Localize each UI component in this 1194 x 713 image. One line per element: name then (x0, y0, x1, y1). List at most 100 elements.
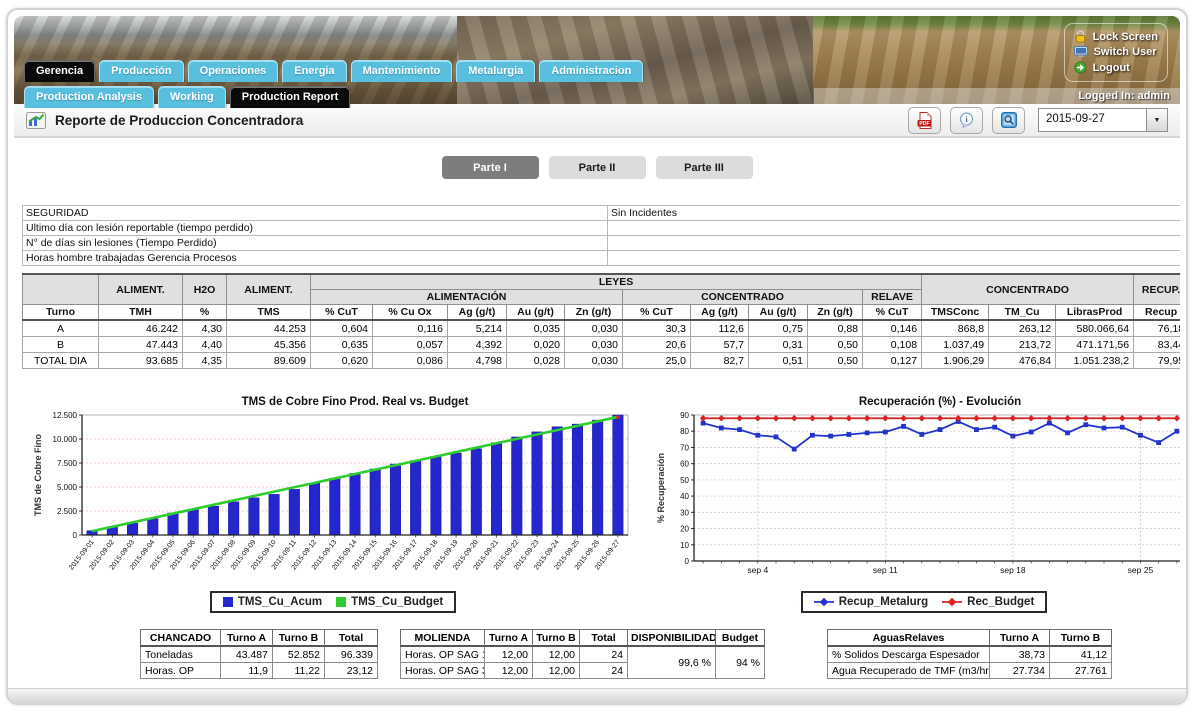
svg-text:7.500: 7.500 (57, 459, 78, 468)
value-cell: 57,7 (691, 337, 749, 353)
svg-text:40: 40 (680, 492, 689, 501)
value-cell: 4,392 (448, 337, 507, 353)
value-cell: 580.066,64 (1056, 320, 1134, 337)
logout-link[interactable]: Logout (1074, 61, 1158, 74)
part-button-parte-ii[interactable]: Parte II (549, 156, 646, 179)
sub-tab-working[interactable]: Working (158, 86, 226, 108)
lock-screen-link[interactable]: Lock Screen (1074, 30, 1158, 43)
seguridad-status: Sin Incidentes (608, 206, 1181, 221)
value-cell: 47.443 (99, 337, 183, 353)
row-label: Horas. OP SAG 3 (401, 663, 485, 679)
main-nav-tabs: GerenciaProducciónOperacionesEnergiaMant… (24, 60, 643, 82)
sub-tab-production-report[interactable]: Production Report (230, 86, 351, 108)
row-label: Horas. OP SAG 1 (401, 646, 485, 663)
legend-marker (814, 597, 834, 607)
recuperacion-chart-legend: Recup_MetalurgRec_Budget (801, 591, 1048, 613)
part-button-parte-iii[interactable]: Parte III (656, 156, 753, 179)
aguas-relaves-table: AguasRelavesTurno ATurno B% Solidos Desc… (827, 629, 1112, 679)
table-row: Horas. OP SAG 112,0012,002499,6 %94 % (401, 646, 765, 663)
value-cell: 0,31 (749, 337, 808, 353)
nav-tab-mantenimiento[interactable]: Mantenimiento (351, 60, 453, 82)
info-button[interactable]: i (950, 107, 983, 134)
svg-text:50: 50 (680, 476, 689, 485)
table-title: AguasRelaves (828, 630, 990, 647)
legend-item: Recup_Metalurg (814, 596, 928, 608)
nav-tab-producci-n[interactable]: Producción (99, 60, 184, 82)
report-content: Parte I Parte II Parte III SEGURIDADSin In… (14, 138, 1180, 689)
value-cell: 0,51 (749, 353, 808, 369)
production-table: ALIMENT.H2OALIMENT.LEYESCONCENTRADORECUP… (22, 273, 1180, 369)
value-cell: 82,7 (691, 353, 749, 369)
value-cell: 0,028 (507, 353, 565, 369)
session-menu: Lock Screen Switch User Logout (1064, 23, 1168, 82)
column-header: % CuT (623, 305, 691, 321)
value-cell: 25,0 (623, 353, 691, 369)
report-chart-icon (26, 112, 46, 129)
table-row: A46.2424,3044.2530,6040,1165,2140,0350,0… (23, 320, 1181, 337)
report-toolbar: Reporte de Produccion Concentradora PDF … (14, 104, 1180, 138)
value-cell: 5,214 (448, 320, 507, 337)
nav-tab-energia[interactable]: Energia (282, 60, 346, 82)
table-row: % Solidos Descarga Espesador38,7341,12 (828, 646, 1112, 663)
nav-tab-operaciones[interactable]: Operaciones (188, 60, 279, 82)
toolbar-actions: PDF i 2015-09-27 ▼ (908, 107, 1168, 134)
column-header: Turno A (990, 630, 1050, 647)
seguridad-row-label: Ultimo día con lesión reportable (tiempo… (23, 221, 608, 236)
value-cell: 83,44 (1134, 337, 1180, 353)
value-cell: 46.242 (99, 320, 183, 337)
info-icon: i (959, 112, 974, 128)
seguridad-table: SEGURIDADSin IncidentesUltimo día con le… (22, 205, 1180, 266)
column-header: Au (g/t) (507, 305, 565, 321)
value-cell: 4,798 (448, 353, 507, 369)
part-button-parte-i[interactable]: Parte I (442, 156, 539, 179)
svg-text:sep 4: sep 4 (747, 565, 768, 575)
nav-tab-gerencia[interactable]: Gerencia (24, 60, 95, 82)
turno-cell: B (23, 337, 99, 353)
column-header: Zn (g/t) (565, 305, 623, 321)
table-title: CHANCADO (141, 630, 221, 647)
app-window: Lock Screen Switch User Logout Logged In… (6, 8, 1188, 705)
svg-text:70: 70 (680, 443, 689, 452)
table-row: B47.4434,4045.3560,6350,0574,3920,0200,0… (23, 337, 1181, 353)
seguridad-row-label: Horas hombre trabajadas Gerencia Proceso… (23, 251, 608, 266)
legend-item: TMS_Cu_Acum (223, 596, 322, 608)
value-cell: 1.051.238,2 (1056, 353, 1134, 369)
value-cell: 96.339 (325, 646, 378, 663)
value-cell: 0,146 (863, 320, 922, 337)
svg-text:5.000: 5.000 (57, 483, 78, 492)
switch-user-icon (1074, 46, 1088, 58)
value-cell: 868,8 (922, 320, 989, 337)
export-pdf-button[interactable]: PDF (908, 107, 941, 134)
tms-cobre-fino-chart: TMS de Cobre Fino Prod. Real vs. Budget0… (30, 393, 636, 613)
summary-tables-row: CHANCADOTurno ATurno BTotalToneladas43.4… (14, 629, 1180, 679)
value-cell: 0,604 (311, 320, 373, 337)
disponibilidad-value: 99,6 % (628, 646, 716, 679)
chevron-down-icon[interactable]: ▼ (1146, 109, 1167, 131)
value-cell: 24 (580, 646, 628, 663)
row-label: Horas. OP (141, 663, 221, 679)
svg-text:90: 90 (680, 411, 689, 420)
svg-text:80: 80 (680, 427, 689, 436)
column-header: Turno B (273, 630, 325, 647)
value-cell: 0,030 (565, 353, 623, 369)
value-cell: 89.609 (227, 353, 311, 369)
recuperacion-plot: Recuperación (%) - Evolución010203040506… (654, 393, 1180, 589)
seguridad-title: SEGURIDAD (23, 206, 608, 221)
part-selector: Parte I Parte II Parte III (14, 156, 1180, 179)
report-date-dropdown[interactable]: 2015-09-27 ▼ (1038, 108, 1168, 132)
value-cell: 11,22 (273, 663, 325, 679)
nav-tab-administracion[interactable]: Administracion (539, 60, 643, 82)
value-cell: 12,00 (533, 663, 580, 679)
svg-text:Recuperación (%) - Evolución: Recuperación (%) - Evolución (859, 396, 1021, 408)
svg-text:60: 60 (680, 460, 689, 469)
nav-tab-metalurgia[interactable]: Metalurgia (456, 60, 535, 82)
preview-button[interactable] (992, 107, 1025, 134)
column-header: Au (g/t) (749, 305, 808, 321)
column-header: Turno A (485, 630, 533, 647)
switch-user-link[interactable]: Switch User (1074, 46, 1158, 58)
sub-tab-production-analysis[interactable]: Production Analysis (24, 86, 154, 108)
molienda-table: MOLIENDATurno ATurno BTotalDISPONIBILIDA… (400, 629, 765, 679)
seguridad-row-label: N° de días sin lesiones (Tiempo Perdido) (23, 236, 608, 251)
seguridad-row-value (608, 221, 1181, 236)
svg-text:0: 0 (73, 531, 78, 540)
